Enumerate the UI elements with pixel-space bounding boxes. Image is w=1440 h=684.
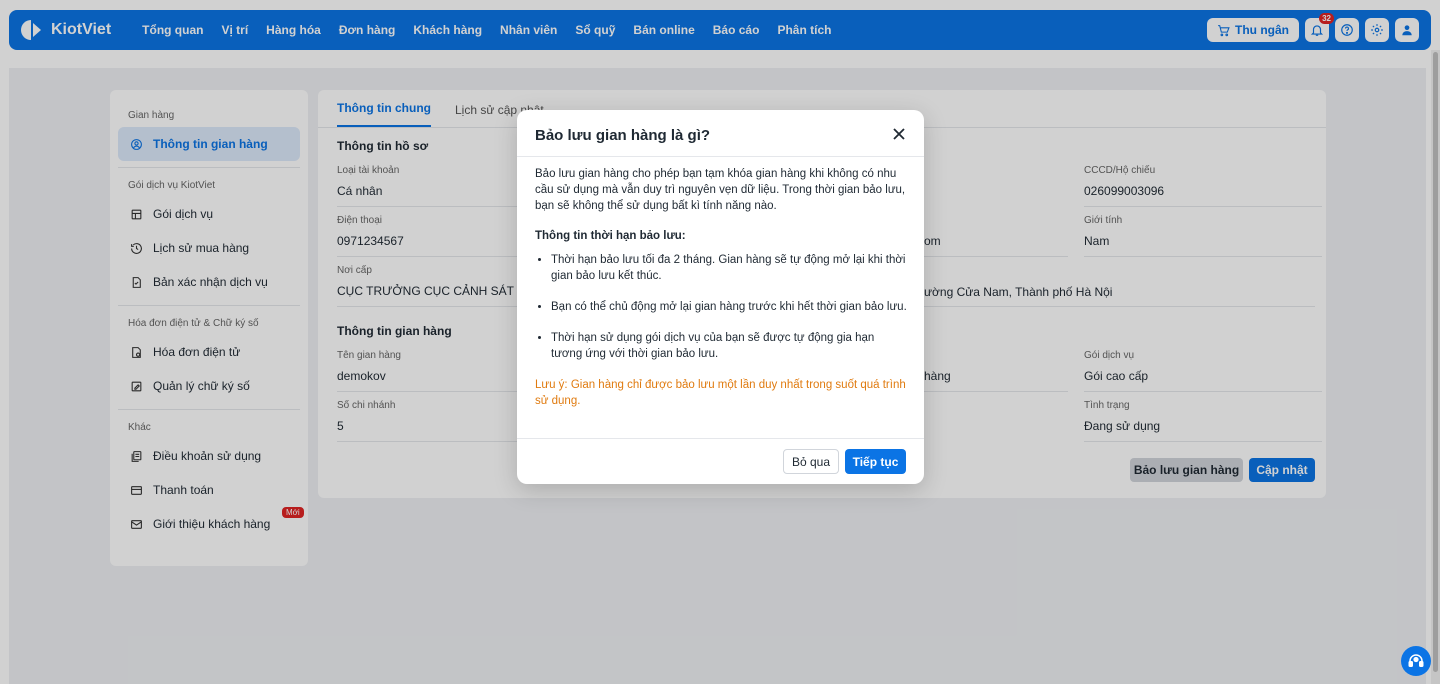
dialog-bullet: Bạn có thể chủ động mở lại gian hàng trư… — [551, 299, 907, 315]
dialog-note: Lưu ý: Gian hàng chỉ được bảo lưu một lầ… — [535, 379, 906, 407]
dialog-bullet: Thời hạn sử dụng gói dịch vụ của bạn sẽ … — [551, 330, 907, 362]
dialog-divider — [517, 156, 924, 157]
dialog-bullet: Thời hạn bảo lưu tối đa 2 tháng. Gian hà… — [551, 252, 907, 284]
dialog-footer-divider — [517, 438, 924, 439]
reserve-info-dialog: Bảo lưu gian hàng là gì? Bảo lưu gian hà… — [517, 110, 924, 484]
skip-button[interactable]: Bỏ qua — [783, 449, 839, 474]
close-icon[interactable] — [892, 127, 906, 141]
dialog-title: Bảo lưu gian hàng là gì? — [535, 127, 711, 144]
dialog-subtitle: Thông tin thời hạn bảo lưu: — [535, 230, 686, 242]
dialog-body: Bảo lưu gian hàng cho phép bạn tạm khóa … — [535, 166, 907, 409]
dialog-intro: Bảo lưu gian hàng cho phép bạn tạm khóa … — [535, 168, 906, 212]
dialog-bullet-list: Thời hạn bảo lưu tối đa 2 tháng. Gian hà… — [535, 252, 907, 362]
headset-icon — [1408, 654, 1424, 667]
continue-button[interactable]: Tiếp tục — [845, 449, 906, 474]
support-chat-button[interactable] — [1401, 646, 1431, 676]
